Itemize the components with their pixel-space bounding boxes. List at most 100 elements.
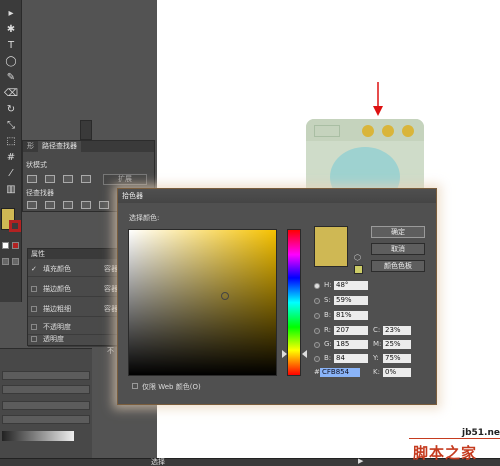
brightness-radio[interactable] — [314, 313, 320, 319]
hue-slider-handle-left[interactable] — [282, 350, 287, 358]
graph-tool-icon[interactable]: ▥ — [3, 182, 19, 197]
red-radio[interactable] — [314, 328, 320, 334]
green-field[interactable]: 185 — [334, 340, 368, 349]
list-item[interactable]: 描边粗细 容器 — [28, 301, 121, 317]
checkbox[interactable] — [31, 336, 37, 342]
bottom-left-panel — [0, 348, 92, 466]
rotate-tool-icon[interactable]: ↻ — [3, 102, 19, 117]
default-colors-icon[interactable] — [2, 242, 9, 249]
scale-tool-icon[interactable]: ⤡ — [3, 118, 19, 133]
list-item[interactable]: 描边颜色 容器 — [28, 281, 121, 297]
web-colors-only-label: 仅限 Web 颜色(O) — [142, 383, 201, 391]
outline-icon[interactable] — [99, 201, 109, 209]
ellipse-tool-icon[interactable]: ◯ — [3, 54, 19, 69]
blue-field[interactable]: 84 — [334, 354, 368, 363]
hue-slider[interactable] — [287, 229, 301, 376]
dialog-title[interactable]: 拾色器 — [118, 189, 436, 203]
select-color-label: 选择颜色: — [129, 214, 160, 222]
watermark-underline — [409, 438, 500, 439]
gradient-slider[interactable] — [2, 431, 74, 441]
hue-radio[interactable] — [314, 283, 320, 289]
magenta-label: M: — [373, 340, 382, 348]
stroke-color-swatch[interactable] — [9, 220, 21, 232]
selection-tool-icon[interactable]: ▸ — [3, 6, 19, 21]
tab-pathfinder[interactable]: 路径查找器 — [38, 141, 81, 152]
list-item[interactable]: ✓ 填充颜色 容器 — [28, 261, 121, 277]
watermark-site: jb51.net — [462, 428, 500, 438]
crop-icon[interactable] — [81, 201, 91, 209]
web-safe-swatch[interactable] — [354, 265, 363, 274]
dropdown-field[interactable] — [2, 385, 90, 394]
hue-field[interactable]: 48° — [334, 281, 368, 290]
merge-icon[interactable] — [63, 201, 73, 209]
mesh-tool-icon[interactable]: # — [3, 150, 19, 165]
saturation-radio[interactable] — [314, 298, 320, 304]
black-label: K: — [373, 368, 380, 376]
brightness-field[interactable]: 81% — [334, 311, 368, 320]
red-label: R: — [324, 326, 332, 334]
shape-builder-tool-icon[interactable]: ⬚ — [3, 134, 19, 149]
checkbox[interactable] — [31, 324, 37, 330]
tools-panel: ▸ ✱ T ◯ ✎ ⌫ ↻ ⤡ ⬚ # ⁄ ▥ — [0, 0, 22, 302]
truncated-label: 不 — [107, 347, 114, 355]
draw-mode-icon[interactable] — [2, 258, 9, 265]
cyan-label: C: — [373, 326, 381, 334]
trim-icon[interactable] — [45, 201, 55, 209]
ok-button[interactable]: 确定 — [371, 226, 425, 238]
exclude-icon[interactable] — [81, 175, 91, 183]
magenta-field[interactable]: 25% — [383, 340, 411, 349]
current-tool-label: 选择 — [151, 458, 165, 466]
hue-label: H: — [324, 281, 332, 289]
hex-field[interactable]: CFB854 — [320, 368, 360, 377]
blue-radio[interactable] — [314, 356, 320, 362]
checkbox[interactable] — [31, 286, 37, 292]
saturation-label: S: — [324, 296, 331, 304]
color-swatches-button[interactable]: 颜色色板 — [371, 260, 425, 272]
web-colors-only-checkbox[interactable] — [132, 383, 138, 389]
green-radio[interactable] — [314, 342, 320, 348]
washer-knob-2 — [382, 125, 394, 137]
magic-wand-tool-icon[interactable]: ✱ — [3, 22, 19, 37]
washer-knob-1 — [362, 125, 374, 137]
dropdown-field[interactable] — [2, 371, 90, 380]
pathfinder-panel-tabs: 形 路径查找器 — [23, 141, 154, 152]
shape-modes-label: 状模式 — [26, 161, 47, 169]
red-arrow-annotation — [373, 82, 383, 116]
saturation-field[interactable]: 59% — [334, 296, 368, 305]
intersect-icon[interactable] — [63, 175, 73, 183]
color-selector-ring[interactable] — [221, 292, 229, 300]
saturation-brightness-field[interactable] — [128, 229, 277, 376]
eraser-tool-icon[interactable]: ⌫ — [3, 86, 19, 101]
green-label: G: — [324, 340, 332, 348]
expand-button[interactable]: 扩展 — [103, 174, 147, 185]
tab-shape[interactable]: 形 — [23, 141, 38, 152]
checkbox[interactable] — [31, 306, 37, 312]
hue-slider-handle-right[interactable] — [302, 350, 307, 358]
status-arrow-icon[interactable]: ▶ — [358, 457, 363, 465]
dropdown-field[interactable] — [2, 401, 90, 410]
collapsed-panel-tab[interactable] — [80, 120, 92, 140]
checkmark-icon[interactable]: ✓ — [31, 261, 37, 277]
cancel-button[interactable]: 取消 — [371, 243, 425, 255]
none-color-icon[interactable] — [12, 242, 19, 249]
red-field[interactable]: 207 — [334, 326, 368, 335]
black-field[interactable]: 0% — [383, 368, 411, 377]
washer-knob-3 — [402, 125, 414, 137]
unite-icon[interactable] — [27, 175, 37, 183]
pencil-tool-icon[interactable]: ✎ — [3, 70, 19, 85]
pathfinders-label: 径查找器 — [26, 189, 54, 197]
washer-slot — [314, 125, 340, 137]
yellow-field[interactable]: 75% — [383, 354, 411, 363]
attributes-panel: 属性 ✓ 填充颜色 容器 描边颜色 容器 描边粗细 容器 不透明度 透明度 — [27, 248, 121, 347]
dropdown-field[interactable] — [2, 415, 90, 424]
eyedropper-tool-icon[interactable]: ⁄ — [3, 166, 19, 181]
list-item[interactable]: 透明度 — [28, 331, 121, 347]
screen-mode-icon[interactable] — [12, 258, 19, 265]
cyan-field[interactable]: 23% — [383, 326, 411, 335]
minus-front-icon[interactable] — [45, 175, 55, 183]
type-tool-icon[interactable]: T — [3, 38, 19, 53]
washing-machine-artwork[interactable] — [306, 119, 424, 207]
web-color-warning-icon[interactable]: ⬡ — [354, 253, 361, 262]
brightness-label: B: — [324, 311, 332, 319]
divide-icon[interactable] — [27, 201, 37, 209]
